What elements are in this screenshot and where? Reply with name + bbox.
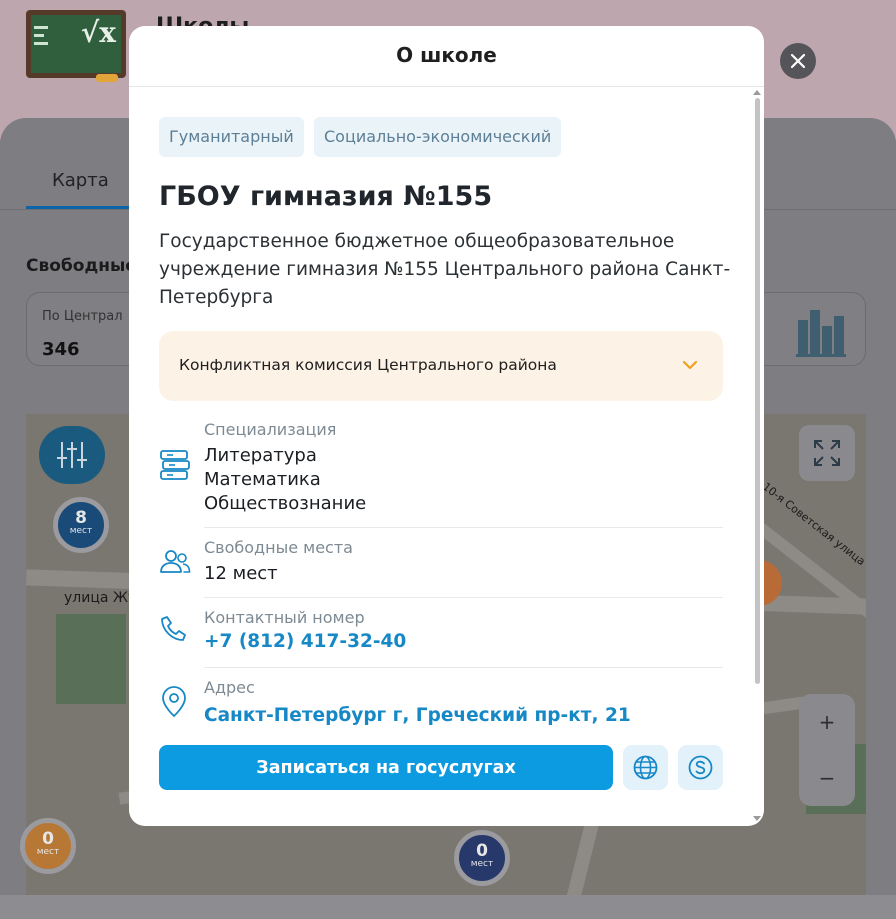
school-full-name: Государственное бюджетное общеобразовате… — [159, 231, 731, 308]
map-park — [56, 614, 126, 704]
address-link[interactable]: Санкт-Петербург г, Греческий пр-кт, 21 — [204, 705, 631, 726]
chalk-line — [34, 42, 48, 45]
specialization-label: Специализация — [204, 420, 337, 439]
website-button[interactable] — [623, 745, 668, 790]
phone-icon — [161, 616, 186, 641]
pin-count: 0 — [42, 829, 54, 849]
close-icon — [790, 53, 806, 69]
pin-unit: мест — [36, 847, 60, 857]
pin-count: 8 — [75, 508, 87, 528]
sliders-icon — [57, 442, 87, 468]
school-name: ГБОУ гимназия №155 — [159, 181, 493, 212]
free-places-label: Свободные места — [204, 538, 353, 557]
map-pin[interactable]: 8 мест — [53, 497, 109, 553]
contact-label: Контактный номер — [204, 608, 365, 627]
chevron-down-icon[interactable] — [681, 359, 699, 371]
people-icon — [160, 550, 191, 573]
free-places-value: 12 мест — [204, 563, 278, 584]
expand-icon — [814, 440, 840, 466]
zoom-in-button[interactable]: + — [799, 710, 855, 734]
modal-title: О школе — [396, 43, 497, 67]
books-icon — [160, 450, 190, 480]
stats-label: По Централ — [42, 309, 123, 324]
scroll-up-arrow[interactable] — [753, 90, 761, 95]
bottom-navigation — [0, 895, 896, 919]
profile-tag: Гуманитарный — [159, 117, 304, 157]
specialization-item: Математика — [204, 469, 321, 490]
formula-glyph: √x — [80, 16, 116, 49]
commission-label: Конфликтная комиссия Центрального района — [179, 356, 557, 374]
scroll-down-arrow[interactable] — [753, 816, 761, 821]
specialization-item: Литература — [204, 445, 317, 466]
commission-accordion[interactable]: Конфликтная комиссия Центрального района — [159, 331, 723, 401]
bar-chart-icon[interactable] — [796, 306, 846, 358]
contact-row: Контактный номер +7 (812) 417-32-40 — [159, 598, 723, 668]
filter-button[interactable] — [39, 426, 105, 484]
map-pin[interactable]: 0 мест — [20, 818, 76, 874]
pin-unit: мест — [470, 859, 494, 869]
school-logo: √x — [26, 10, 126, 82]
tab-map[interactable]: Карта — [52, 170, 109, 191]
chalk-line — [34, 34, 44, 37]
location-pin-icon — [162, 686, 186, 718]
map-pin[interactable]: 0 мест — [454, 830, 510, 886]
scrollbar-thumb[interactable] — [755, 98, 760, 684]
map-street-label: 10-я Советская улица — [759, 480, 866, 569]
close-button[interactable] — [780, 43, 816, 79]
enroll-gosuslugi-button[interactable]: Записаться на госуслугах — [159, 745, 613, 790]
pin-count: 0 — [476, 841, 488, 861]
phone-link[interactable]: +7 (812) 417-32-40 — [204, 631, 406, 652]
gosuslugi-icon — [688, 755, 713, 780]
globe-icon — [633, 755, 658, 780]
zoom-control: + − — [799, 694, 855, 806]
free-places-row: Свободные места 12 мест — [159, 528, 723, 598]
school-info-modal: О школе Гуманитарный Социально-экономиче… — [129, 26, 764, 826]
profile-tag: Социально-экономический — [314, 117, 562, 157]
zoom-out-button[interactable]: − — [799, 766, 855, 790]
fullscreen-button[interactable] — [799, 425, 855, 481]
gosuslugi-link-button[interactable] — [678, 745, 723, 790]
specialization-item: Обществознание — [204, 493, 367, 514]
free-places-heading: Свободные — [26, 256, 137, 276]
pin-unit: мест — [69, 526, 93, 536]
chalk-tray — [96, 74, 118, 82]
address-label: Адрес — [204, 678, 255, 697]
specialization-row: Специализация Литература Математика Обще… — [159, 418, 723, 528]
modal-header: О школе — [129, 26, 764, 87]
stats-value: 346 — [42, 339, 80, 360]
chalk-line — [34, 26, 48, 29]
address-row: Адрес Санкт-Петербург г, Греческий пр-кт… — [159, 668, 723, 738]
